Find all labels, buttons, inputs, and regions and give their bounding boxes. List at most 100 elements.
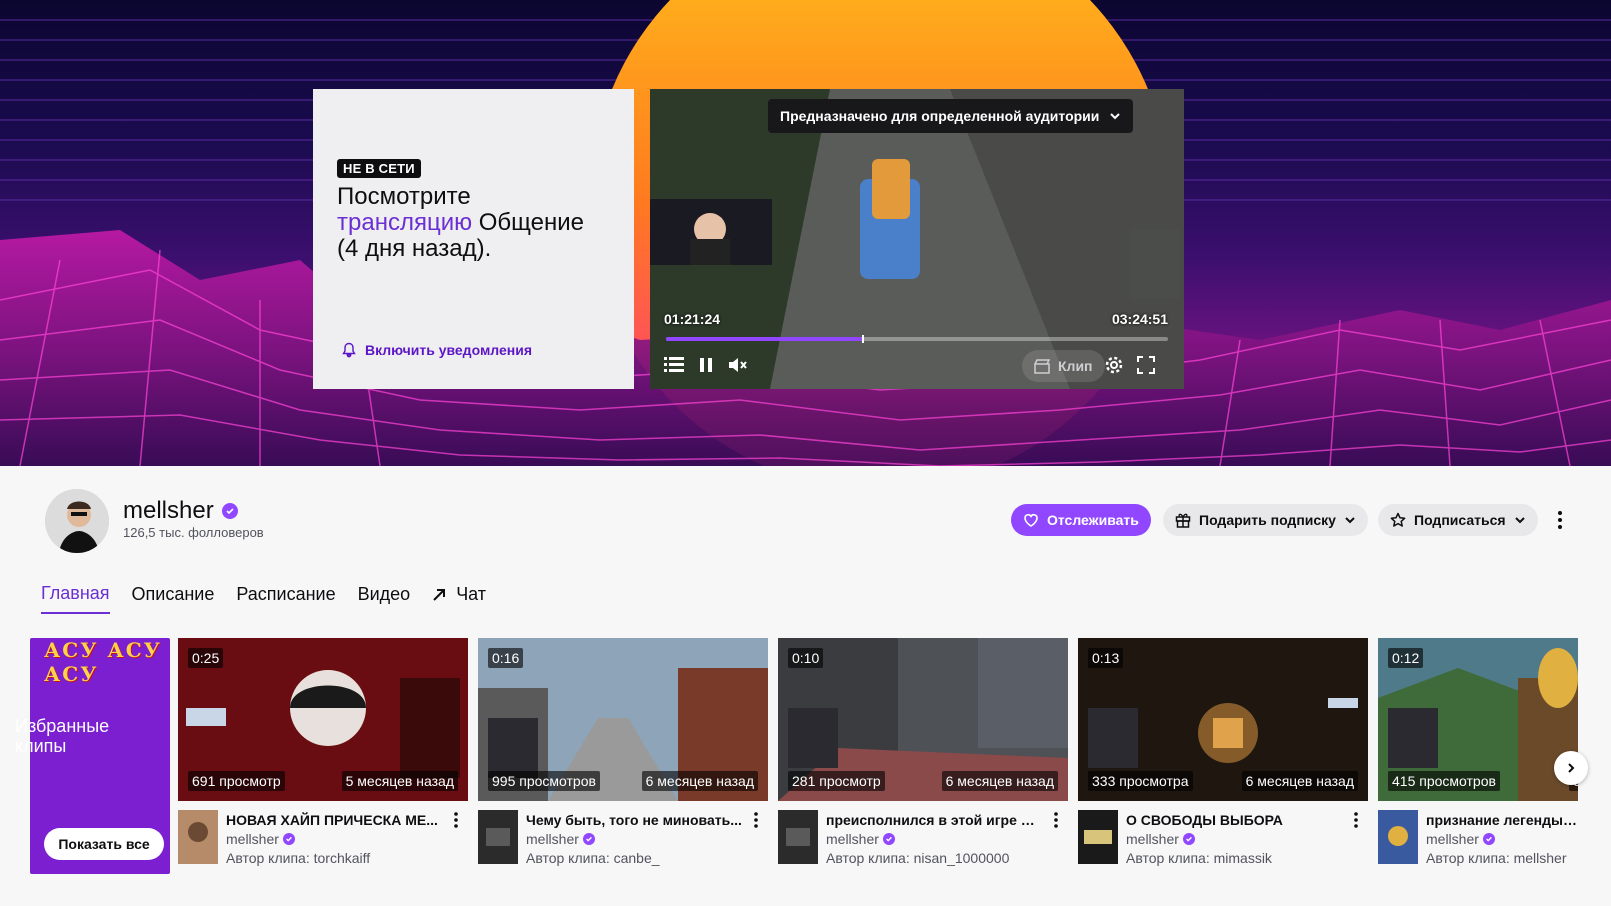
avatar[interactable] [45,489,109,553]
pause-icon [700,358,712,372]
clip-duration: 0:25 [188,648,224,668]
verified-icon [882,833,895,845]
clip-duration: 0:13 [1088,648,1124,668]
clip-channel-name: mellsher [826,831,879,847]
favorite-clips-title: Избранные клипы [15,716,110,756]
channel-name: mellsher [123,497,238,525]
enable-notifications-button[interactable]: Включить уведомления [341,342,532,358]
fullscreen-icon [1137,356,1155,374]
offline-line-1: Посмотрите [337,183,471,210]
follow-label: Отслеживать [1047,512,1139,528]
clip-card[interactable]: 0:16 995 просмотров 6 месяцев назад Чему… [478,638,768,866]
clip-thumbnail[interactable]: 0:25 691 просмотр 5 месяцев назад [178,638,468,801]
clip-card[interactable]: 0:12 415 просмотров 6 ме признание леген… [1378,638,1578,866]
clip-thumbnail[interactable]: 0:16 995 просмотров 6 месяцев назад [478,638,768,801]
clip-title[interactable]: Чему быть, того не миновать... [526,812,742,828]
tab-videos[interactable]: Видео [358,583,411,614]
clip-duration: 0:10 [788,648,824,668]
bell-icon [342,342,356,358]
clip-options-button[interactable] [448,810,464,830]
volume-muted-icon [729,358,747,372]
chevron-right-icon [1568,763,1575,773]
gift-subscription-button[interactable]: Подарить подписку [1163,504,1368,536]
game-box-art[interactable] [1078,810,1118,864]
seek-bar[interactable] [666,335,1168,343]
clip-channel[interactable]: mellsher [826,831,895,847]
offline-card: НЕ В СЕТИ Посмотрите трансляцию Общение … [313,89,634,389]
tab-chat[interactable]: Чат [432,583,486,614]
gift-icon [1175,513,1191,528]
kebab-menu-icon [1054,812,1058,828]
clip-title[interactable]: НОВАЯ ХАЙП ПРИЧЕСКА МЕ... [226,812,442,828]
seek-bar-thumb[interactable] [861,335,864,343]
enable-notifications-label: Включить уведомления [365,342,533,358]
clip-channel-name: mellsher [526,831,579,847]
clip-options-button[interactable] [1048,810,1064,830]
last-stream-link[interactable]: трансляцию [337,209,472,236]
clip-author: Автор клипа: nisan_1000000 [826,850,1010,866]
clip-channel-name: mellsher [1126,831,1179,847]
verified-icon [582,833,595,845]
clip-thumbnail[interactable]: 0:12 415 просмотров 6 ме [1378,638,1578,801]
more-options-button[interactable] [1548,508,1572,532]
fullscreen-button[interactable] [1134,353,1158,377]
channel-banner: НЕ В СЕТИ Посмотрите трансляцию Общение … [0,0,1611,466]
clip-channel-name: mellsher [226,831,279,847]
chapters-button[interactable] [662,353,686,377]
offline-line-3: (4 дня назад). [337,235,492,262]
current-time: 01:21:24 [664,311,721,327]
clip-options-button[interactable] [1348,810,1364,830]
clip-card[interactable]: 0:13 333 просмотра 6 месяцев назад О СВО… [1078,638,1368,866]
video-player[interactable]: Предназначено для определенной аудитории… [650,89,1184,389]
clip-button[interactable]: Клип [1022,350,1105,382]
game-box-art[interactable] [1378,810,1418,864]
settings-button[interactable] [1102,353,1126,377]
kebab-menu-icon [454,812,458,828]
last-stream-category: Общение [472,209,585,236]
clip-title[interactable]: признание легенды тв [1426,812,1578,828]
kebab-menu-icon [1558,511,1562,529]
clip-title[interactable]: преисполнился в этой игре А... [826,812,1042,828]
show-all-button[interactable]: Показать все [44,828,164,860]
carousel-next-button[interactable] [1554,751,1588,785]
tab-about[interactable]: Описание [132,583,215,614]
clip-card[interactable]: 0:25 691 просмотр 5 месяцев назад НОВАЯ … [178,638,468,866]
clapperboard-icon [1034,359,1050,374]
follow-button[interactable]: Отслеживать [1011,504,1151,536]
clip-thumbnail[interactable]: 0:13 333 просмотра 6 месяцев назад [1078,638,1368,801]
clip-author: Автор клипа: mimassik [1126,850,1272,866]
mute-button[interactable] [726,353,750,377]
clip-channel[interactable]: mellsher [1126,831,1195,847]
clip-options-button[interactable] [748,810,764,830]
game-box-art[interactable] [478,810,518,864]
clip-channel[interactable]: mellsher [226,831,295,847]
game-box-art[interactable] [778,810,818,864]
clip-author: Автор клипа: canbe_ [526,850,660,866]
tab-schedule[interactable]: Расписание [236,583,335,614]
subscribe-button[interactable]: Подписаться [1378,504,1538,536]
chevron-down-icon [1514,517,1525,524]
clip-duration: 0:12 [1388,648,1424,668]
subscribe-label: Подписаться [1414,512,1506,528]
clip-views: 333 просмотра [1088,771,1193,791]
follower-count: 126,5 тыс. фолловеров [123,525,264,540]
clip-card[interactable]: 0:10 281 просмотр 6 месяцев назад преисп… [778,638,1068,866]
gift-label: Подарить подписку [1199,512,1336,528]
game-box-art[interactable] [178,810,218,864]
favorite-clips-art: АСУ АСУ АСУ [44,638,162,686]
clip-duration: 0:16 [488,648,524,668]
verified-icon [1482,833,1495,845]
clip-age: 6 месяцев назад [641,771,758,791]
tab-home[interactable]: Главная [41,583,110,614]
kebab-menu-icon [754,812,758,828]
channel-tabs: Главная Описание Расписание Видео Чат [41,583,486,614]
pause-button[interactable] [694,353,718,377]
clip-views: 281 просмотр [788,771,885,791]
clip-channel[interactable]: mellsher [1426,831,1495,847]
audience-label: Предназначено для определенной аудитории [780,108,1100,124]
clip-title[interactable]: О СВОБОДЫ ВЫБОРА [1126,812,1342,828]
clip-channel[interactable]: mellsher [526,831,595,847]
audience-dropdown[interactable]: Предназначено для определенной аудитории [768,99,1134,133]
clip-thumbnail[interactable]: 0:10 281 просмотр 6 месяцев назад [778,638,1068,801]
clip-views: 415 просмотров [1388,771,1500,791]
